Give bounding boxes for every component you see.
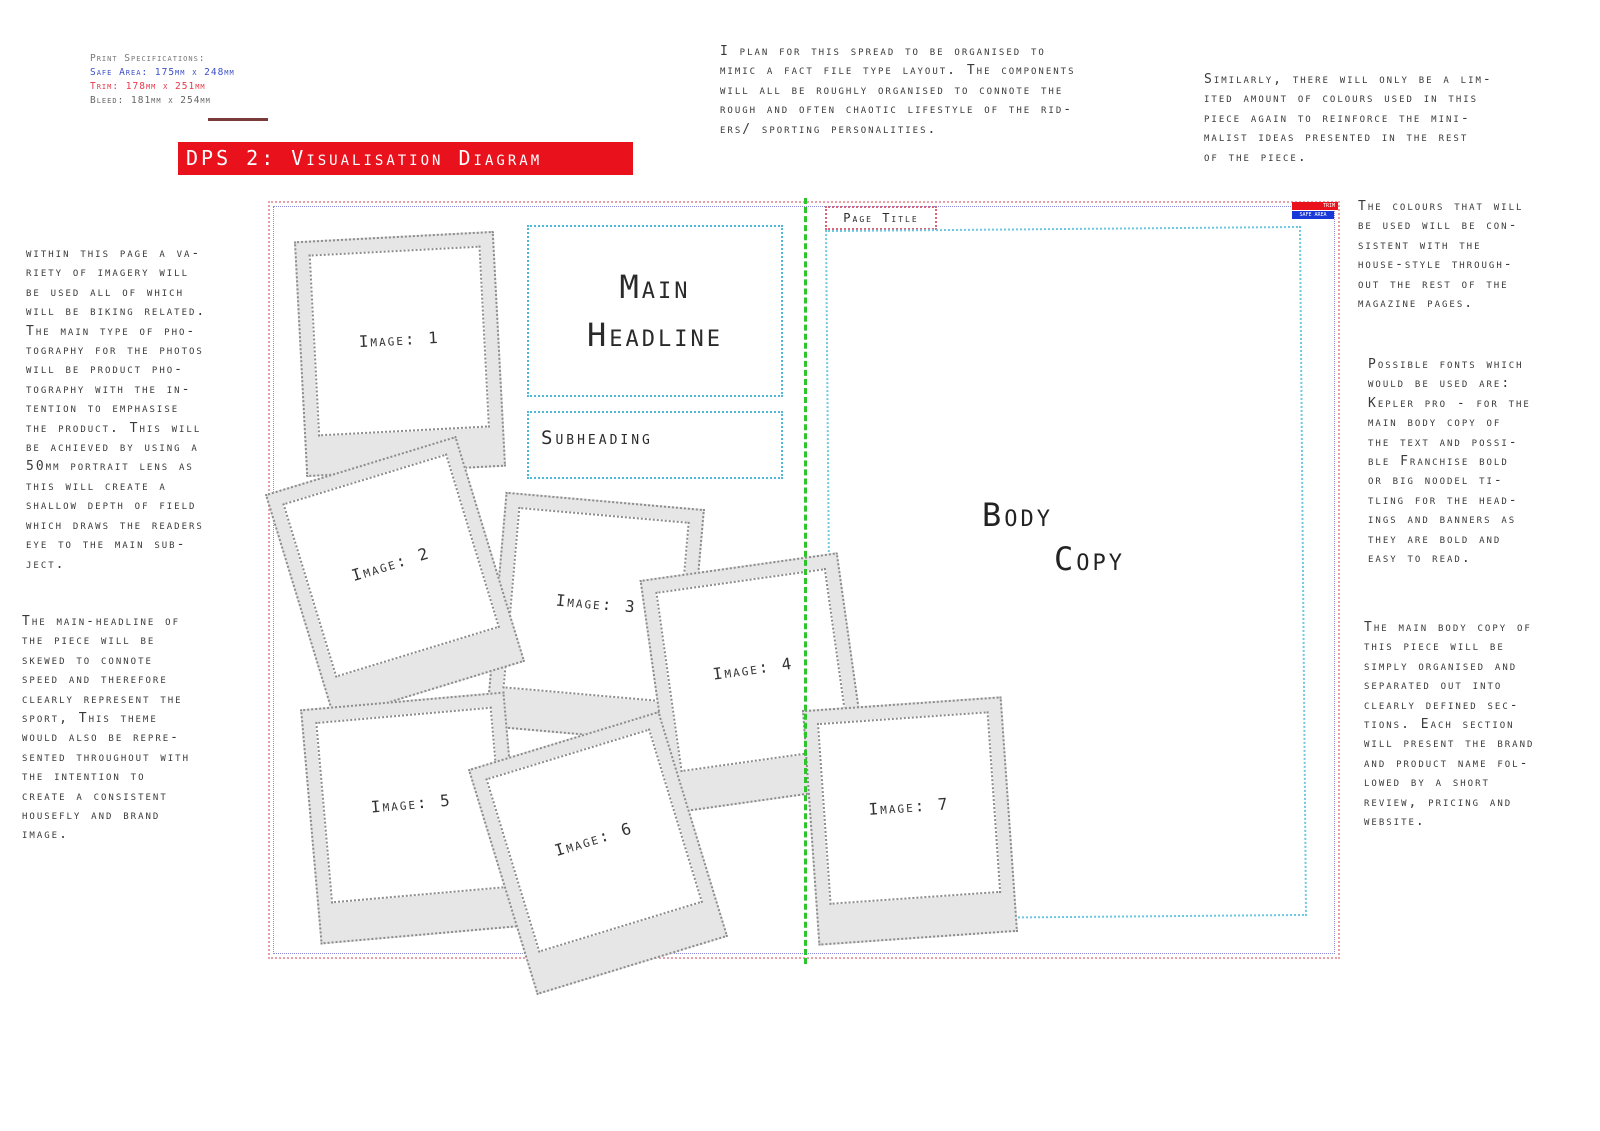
note-body-copy: The main body copy of this piece will be… [1364, 620, 1535, 830]
page-title-text: Page Title [843, 211, 919, 225]
image-2-placeholder: Image: 2 [282, 453, 501, 678]
diagram-title-banner: DPS 2: Visualisation Diagram [178, 142, 633, 175]
spread-gutter-line [804, 198, 807, 964]
image-6-label: Image: 6 [552, 818, 636, 861]
bleed-spec: Bleed: 181mm x 254mm [90, 95, 211, 106]
note-colours-limited: Similarly, there will only be a lim- ite… [1204, 72, 1493, 165]
note-layout: I plan for this spread to be organised t… [720, 44, 1076, 137]
subheading-box: Subheading [527, 411, 783, 479]
note-fonts: Possible fonts which would be used are: … [1368, 357, 1531, 567]
image-2-label: Image: 2 [349, 543, 433, 586]
headline-line-1: Main [619, 268, 691, 306]
image-1-frame: Image: 1 [293, 230, 507, 478]
print-specs-heading: Print Specifications: [90, 53, 206, 64]
trim-badge: TRIM [1292, 202, 1338, 210]
body-copy-line-1: Body [982, 496, 1054, 534]
image-1-label: Image: 1 [358, 328, 441, 352]
body-copy-line-2: Copy [1054, 540, 1126, 578]
safe-area-badge: SAFE AREA [1292, 211, 1334, 219]
safe-area-spec: Safe Area: 175mm x 248mm [90, 67, 235, 78]
subheading-text: Subheading [541, 427, 653, 449]
image-5-label: Image: 5 [370, 790, 453, 817]
main-headline-text: Main Headline [529, 263, 781, 359]
note-colours-house: The colours that will be used will be co… [1358, 199, 1524, 312]
specs-divider [208, 118, 268, 121]
page-title-box: Page Title [825, 206, 937, 230]
image-6-placeholder: Image: 6 [485, 728, 704, 953]
image-1-placeholder: Image: 1 [308, 245, 490, 437]
image-4-label: Image: 4 [711, 653, 795, 684]
image-7-placeholder: Image: 7 [816, 711, 1002, 905]
image-7-label: Image: 7 [867, 794, 951, 820]
image-7-frame: Image: 7 [802, 696, 1018, 946]
headline-line-2: Headline [587, 316, 723, 354]
note-imagery: within this page a va- riety of imagery … [26, 246, 207, 572]
note-headline: The main-headline of the piece will be s… [22, 614, 191, 843]
main-headline-box: Main Headline [527, 225, 783, 397]
print-specifications: Print Specifications: Safe Area: 175mm x… [90, 52, 235, 108]
trim-spec: Trim: 178mm x 251mm [90, 81, 206, 92]
